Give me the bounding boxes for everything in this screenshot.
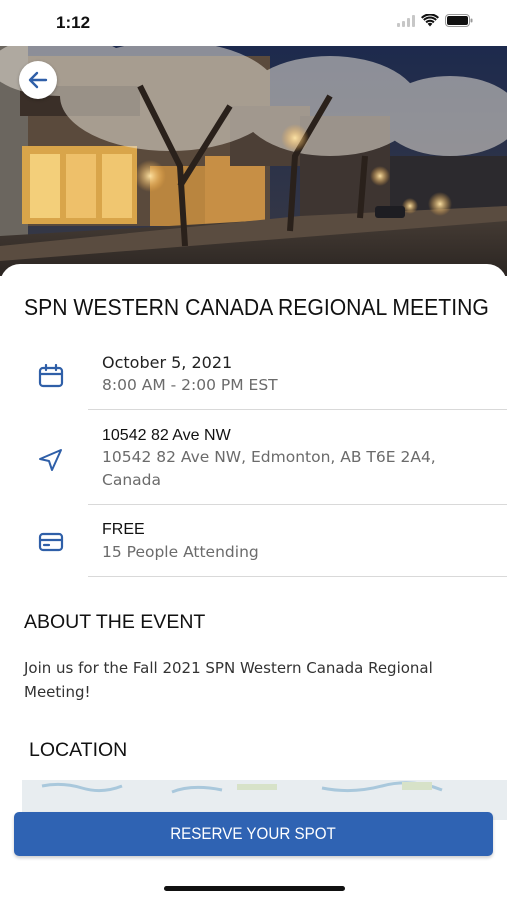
location-heading: LOCATION xyxy=(29,739,128,761)
event-price: FREE xyxy=(102,521,145,538)
calendar-icon xyxy=(38,364,64,388)
event-date: October 5, 2021 xyxy=(102,353,233,372)
event-time: 8:00 AM - 2:00 PM EST xyxy=(102,376,278,394)
divider xyxy=(88,409,507,410)
reserve-button-label: RESERVE YOUR SPOT xyxy=(170,824,337,843)
arrow-left-icon xyxy=(28,71,48,89)
status-icons xyxy=(397,14,473,27)
location-name: 10542 82 Ave NW xyxy=(102,427,231,444)
navigation-arrow-icon xyxy=(39,449,62,471)
credit-card-icon xyxy=(38,532,64,552)
event-title: SPN WESTERN CANADA REGIONAL MEETING xyxy=(24,294,489,320)
battery-icon xyxy=(445,14,473,27)
about-heading: ABOUT THE EVENT xyxy=(24,611,206,633)
about-text: Join us for the Fall 2021 SPN Western Ca… xyxy=(24,659,433,701)
status-time: 1:12 xyxy=(56,13,91,32)
back-button[interactable] xyxy=(19,61,57,99)
cellular-signal-icon xyxy=(397,14,415,27)
home-indicator xyxy=(164,886,345,891)
reserve-spot-button[interactable]: RESERVE YOUR SPOT xyxy=(14,812,493,856)
divider xyxy=(88,504,507,505)
wifi-icon xyxy=(421,14,439,27)
hero-image xyxy=(0,46,507,276)
status-bar: 1:12 xyxy=(0,0,507,46)
location-address: 10542 82 Ave NW, Edmonton, AB T6E 2A4, C… xyxy=(102,448,436,489)
attendee-count: 15 People Attending xyxy=(102,543,259,561)
event-details-sheet: SPN WESTERN CANADA REGIONAL MEETING Octo… xyxy=(0,264,507,900)
divider xyxy=(88,576,507,577)
